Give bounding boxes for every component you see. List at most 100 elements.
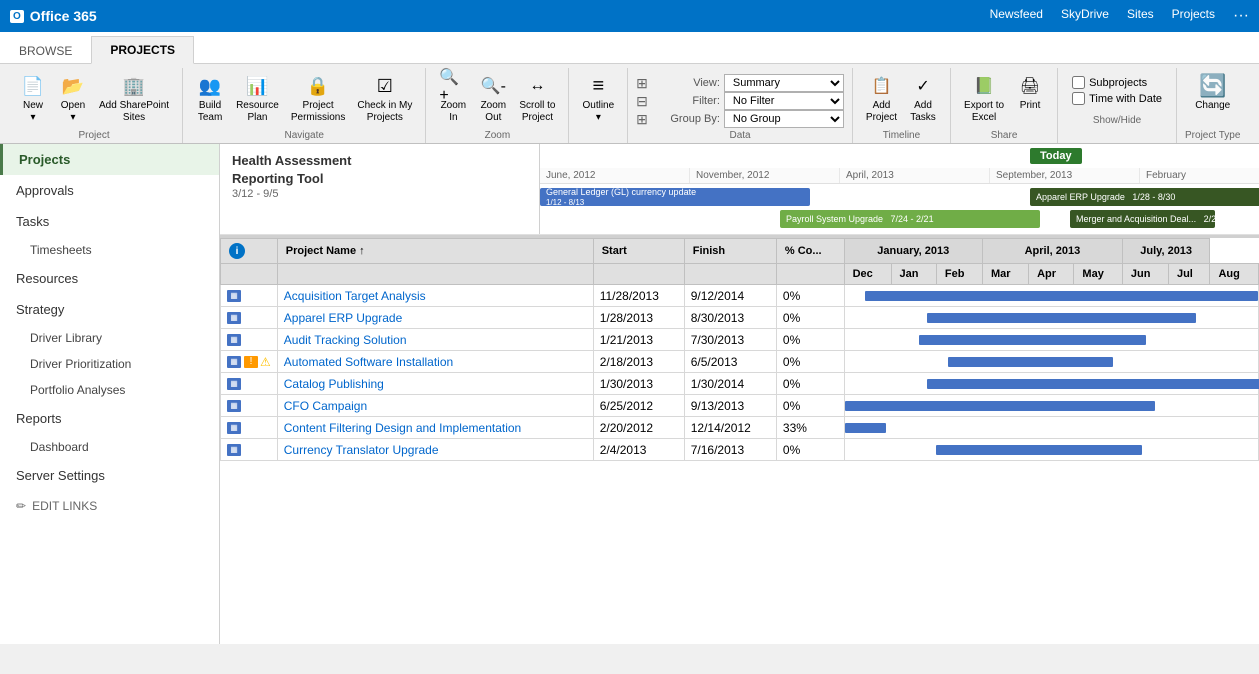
month-apr-2013: April, 2013 [840, 168, 990, 183]
ribbon-outline-label [597, 130, 600, 141]
sidebar-item-driver-prioritization[interactable]: Driver Prioritization [0, 351, 219, 377]
sidebar-item-projects[interactable]: Projects [0, 144, 219, 175]
add-project-button[interactable]: 📋 AddProject [861, 68, 902, 128]
row-finish: 12/14/2012 [684, 417, 776, 439]
group-select[interactable]: No Group Department [724, 110, 844, 128]
add-tasks-button[interactable]: ✓ AddTasks [904, 68, 942, 128]
edit-links-label: EDIT LINKS [32, 499, 97, 513]
row-name[interactable]: Audit Tracking Solution [277, 329, 593, 351]
outline-button[interactable]: ≡ Outline▾ [577, 68, 619, 128]
nav-skydrive[interactable]: SkyDrive [1061, 7, 1109, 25]
zoom-out-button[interactable]: 🔍- ZoomOut [474, 68, 512, 128]
row-name[interactable]: Apparel ERP Upgrade [277, 307, 593, 329]
project-link[interactable]: CFO Campaign [284, 399, 367, 413]
print-label: Print [1020, 100, 1041, 112]
open-button[interactable]: 📂 Open▾ [54, 68, 92, 128]
subprojects-label: Subprojects [1089, 77, 1147, 89]
zoom-in-icon: 🔍+ [439, 72, 467, 100]
build-team-label: BuildTeam [198, 100, 222, 124]
filter-select[interactable]: No Filter Active [724, 92, 844, 110]
row-name[interactable]: Automated Software Installation [277, 351, 593, 373]
export-excel-label: Export toExcel [964, 100, 1004, 124]
top-nav-links: Newsfeed SkyDrive Sites Projects ··· [990, 7, 1249, 25]
project-dates: 3/12 - 9/5 [232, 188, 527, 200]
row-icon-cell: ▦ [221, 395, 278, 417]
th-start[interactable]: Start [593, 239, 684, 264]
sidebar-item-driver-library[interactable]: Driver Library [0, 325, 219, 351]
row-finish: 8/30/2013 [684, 307, 776, 329]
new-label: New▾ [23, 100, 43, 124]
table-row: ▦Currency Translator Upgrade2/4/20137/16… [221, 439, 1259, 461]
project-link[interactable]: Apparel ERP Upgrade [284, 311, 403, 325]
project-link[interactable]: Audit Tracking Solution [284, 333, 407, 347]
row-name[interactable]: Content Filtering Design and Implementat… [277, 417, 593, 439]
zoom-in-button[interactable]: 🔍+ ZoomIn [434, 68, 472, 128]
gantt-section: Health AssessmentReporting Tool 3/12 - 9… [220, 144, 1259, 236]
project-link[interactable]: Acquisition Target Analysis [284, 289, 426, 303]
ribbon-showhide-label: Show/Hide [1093, 115, 1141, 126]
months-row: June, 2012 November, 2012 April, 2013 Se… [540, 168, 1259, 184]
ribbon-group-navigate: 👥 BuildTeam 📊 ResourcePlan 🔒 ProjectPerm… [183, 68, 426, 143]
new-icon: 📄 [19, 72, 47, 100]
nav-sites[interactable]: Sites [1127, 7, 1154, 25]
bar-apparel-label: Apparel ERP Upgrade 1/28 - 8/30 [1036, 192, 1175, 202]
row-name[interactable]: Acquisition Target Analysis [277, 285, 593, 307]
build-team-button[interactable]: 👥 BuildTeam [191, 68, 229, 128]
row-name[interactable]: Currency Translator Upgrade [277, 439, 593, 461]
th-name[interactable]: Project Name ↑ [277, 239, 593, 264]
nav-more[interactable]: ··· [1233, 7, 1249, 25]
th-finish[interactable]: Finish [684, 239, 776, 264]
sidebar-item-dashboard[interactable]: Dashboard [0, 434, 219, 460]
sidebar-item-reports[interactable]: Reports [0, 403, 219, 434]
row-name[interactable]: Catalog Publishing [277, 373, 593, 395]
resource-plan-button[interactable]: 📊 ResourcePlan [231, 68, 284, 128]
month-sep-2013: September, 2013 [990, 168, 1140, 183]
sidebar-item-resources[interactable]: Resources [0, 263, 219, 294]
gantt-header: Health AssessmentReporting Tool 3/12 - 9… [220, 144, 1259, 235]
view-select[interactable]: Summary Detail All [724, 74, 844, 92]
sidebar-item-strategy[interactable]: Strategy [0, 294, 219, 325]
table-row: ▦Apparel ERP Upgrade1/28/20138/30/20130% [221, 307, 1259, 329]
th-pct[interactable]: % Co... [776, 239, 844, 264]
ribbon-group-share: 📗 Export toExcel 🖨 Print Share [951, 68, 1058, 143]
sidebar-item-server-settings[interactable]: Server Settings [0, 460, 219, 491]
project-permissions-button[interactable]: 🔒 ProjectPermissions [286, 68, 350, 128]
row-start: 6/25/2012 [593, 395, 684, 417]
add-tasks-label: AddTasks [910, 100, 936, 124]
zoom-in-label: ZoomIn [441, 100, 467, 124]
row-pct: 0% [776, 329, 844, 351]
add-sharepoint-button[interactable]: 🏢 Add SharePointSites [94, 68, 174, 128]
row-name[interactable]: CFO Campaign [277, 395, 593, 417]
add-sharepoint-icon: 🏢 [120, 72, 148, 100]
project-link[interactable]: Catalog Publishing [284, 377, 384, 391]
sidebar-edit-links[interactable]: ✏ EDIT LINKS [0, 491, 219, 521]
th-aug: Aug [1210, 264, 1259, 285]
bar-gl-label: General Ledger (GL) currency update1/12 … [546, 187, 696, 207]
timewith-checkbox[interactable] [1072, 92, 1085, 105]
scroll-to-project-button[interactable]: ↔ Scroll toProject [514, 68, 560, 128]
project-link[interactable]: Content Filtering Design and Implementat… [284, 421, 521, 435]
ribbon-group-data: ⊞ View: Summary Detail All ⊟ Filter: No … [628, 68, 853, 143]
export-excel-button[interactable]: 📗 Export toExcel [959, 68, 1009, 128]
nav-newsfeed[interactable]: Newsfeed [990, 7, 1043, 25]
sidebar-item-timesheets[interactable]: Timesheets [0, 237, 219, 263]
sidebar-item-tasks[interactable]: Tasks [0, 206, 219, 237]
print-button[interactable]: 🖨 Print [1011, 68, 1049, 116]
tab-browse[interactable]: BROWSE [0, 37, 91, 64]
ribbon-zoom-label: Zoom [485, 130, 511, 141]
row-icon-cell: ▦ [221, 329, 278, 351]
sidebar-item-portfolio-analyses[interactable]: Portfolio Analyses [0, 377, 219, 403]
subprojects-checkbox[interactable] [1072, 76, 1085, 89]
row-pct: 33% [776, 417, 844, 439]
change-button[interactable]: 🔄 Change [1190, 68, 1235, 116]
bar-payroll-label: Payroll System Upgrade 7/24 - 2/21 [786, 214, 934, 224]
check-in-button[interactable]: ☑ Check in MyProjects [352, 68, 417, 128]
project-link[interactable]: Automated Software Installation [284, 355, 453, 369]
check-in-label: Check in MyProjects [357, 100, 412, 124]
new-button[interactable]: 📄 New▾ [14, 68, 52, 128]
project-link[interactable]: Currency Translator Upgrade [284, 443, 439, 457]
sidebar-item-approvals[interactable]: Approvals [0, 175, 219, 206]
tab-projects[interactable]: PROJECTS [91, 36, 194, 64]
nav-projects[interactable]: Projects [1172, 7, 1215, 25]
ribbon-timeline-buttons: 📋 AddProject ✓ AddTasks [861, 68, 942, 128]
